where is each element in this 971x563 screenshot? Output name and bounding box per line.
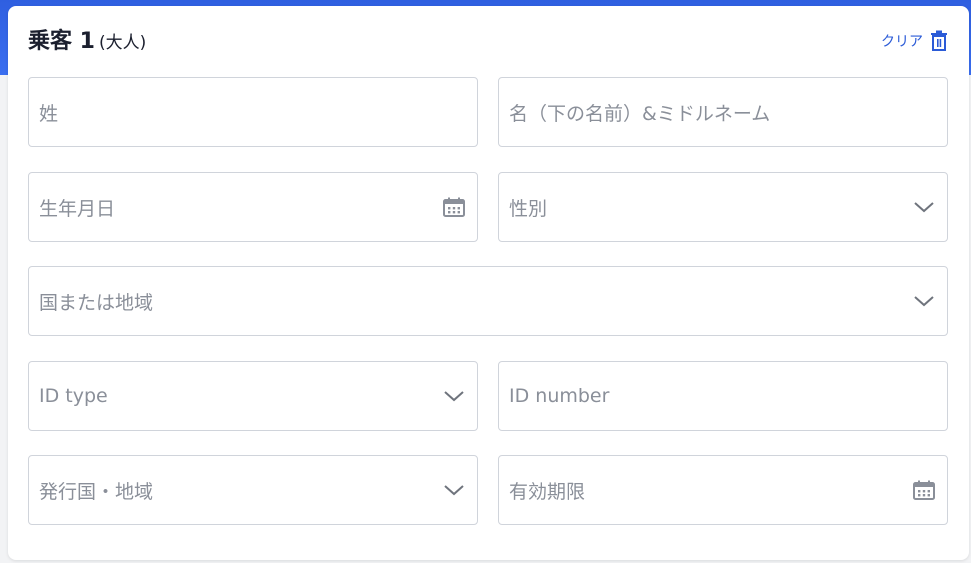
passenger-title: 乗客 1 (大人) [28, 28, 146, 57]
trash-icon [929, 30, 949, 52]
chevron-down-icon [443, 389, 465, 403]
id-number-field[interactable]: ID number [498, 361, 948, 431]
clear-button-label: クリア [881, 34, 923, 50]
birth-date-placeholder: 生年月日 [39, 197, 116, 220]
chevron-down-icon [443, 483, 465, 497]
expiry-date-placeholder: 有効期限 [509, 480, 586, 503]
calendar-icon[interactable] [443, 197, 465, 217]
issuing-country-select[interactable]: 発行国・地域 [28, 455, 478, 525]
birth-date-field[interactable]: 生年月日 [28, 172, 478, 242]
expiry-date-field[interactable]: 有効期限 [498, 455, 948, 525]
id-type-placeholder: ID type [39, 385, 108, 407]
last-name-placeholder: 姓 [39, 102, 59, 125]
chevron-down-icon [913, 294, 935, 308]
country-placeholder: 国または地域 [39, 291, 154, 314]
passenger-type-label: (大人) [98, 33, 147, 53]
first-name-field[interactable]: 名（下の名前）&ミドルネーム [498, 77, 948, 147]
passenger-form-card: 乗客 1 (大人) クリア 姓 名（下の名前）&ミドルネーム 生年月日 性別 国… [8, 6, 969, 560]
clear-button[interactable]: クリア [881, 28, 949, 54]
passenger-title-text: 乗客 1 [28, 29, 95, 54]
id-type-select[interactable]: ID type [28, 361, 478, 431]
gender-select[interactable]: 性別 [498, 172, 948, 242]
id-number-placeholder: ID number [509, 385, 610, 407]
last-name-field[interactable]: 姓 [28, 77, 478, 147]
gender-placeholder: 性別 [509, 197, 548, 220]
country-select[interactable]: 国または地域 [28, 266, 948, 336]
chevron-down-icon [913, 200, 935, 214]
issuing-country-placeholder: 発行国・地域 [39, 480, 154, 503]
first-name-placeholder: 名（下の名前）&ミドルネーム [509, 102, 771, 125]
calendar-icon[interactable] [913, 480, 935, 500]
